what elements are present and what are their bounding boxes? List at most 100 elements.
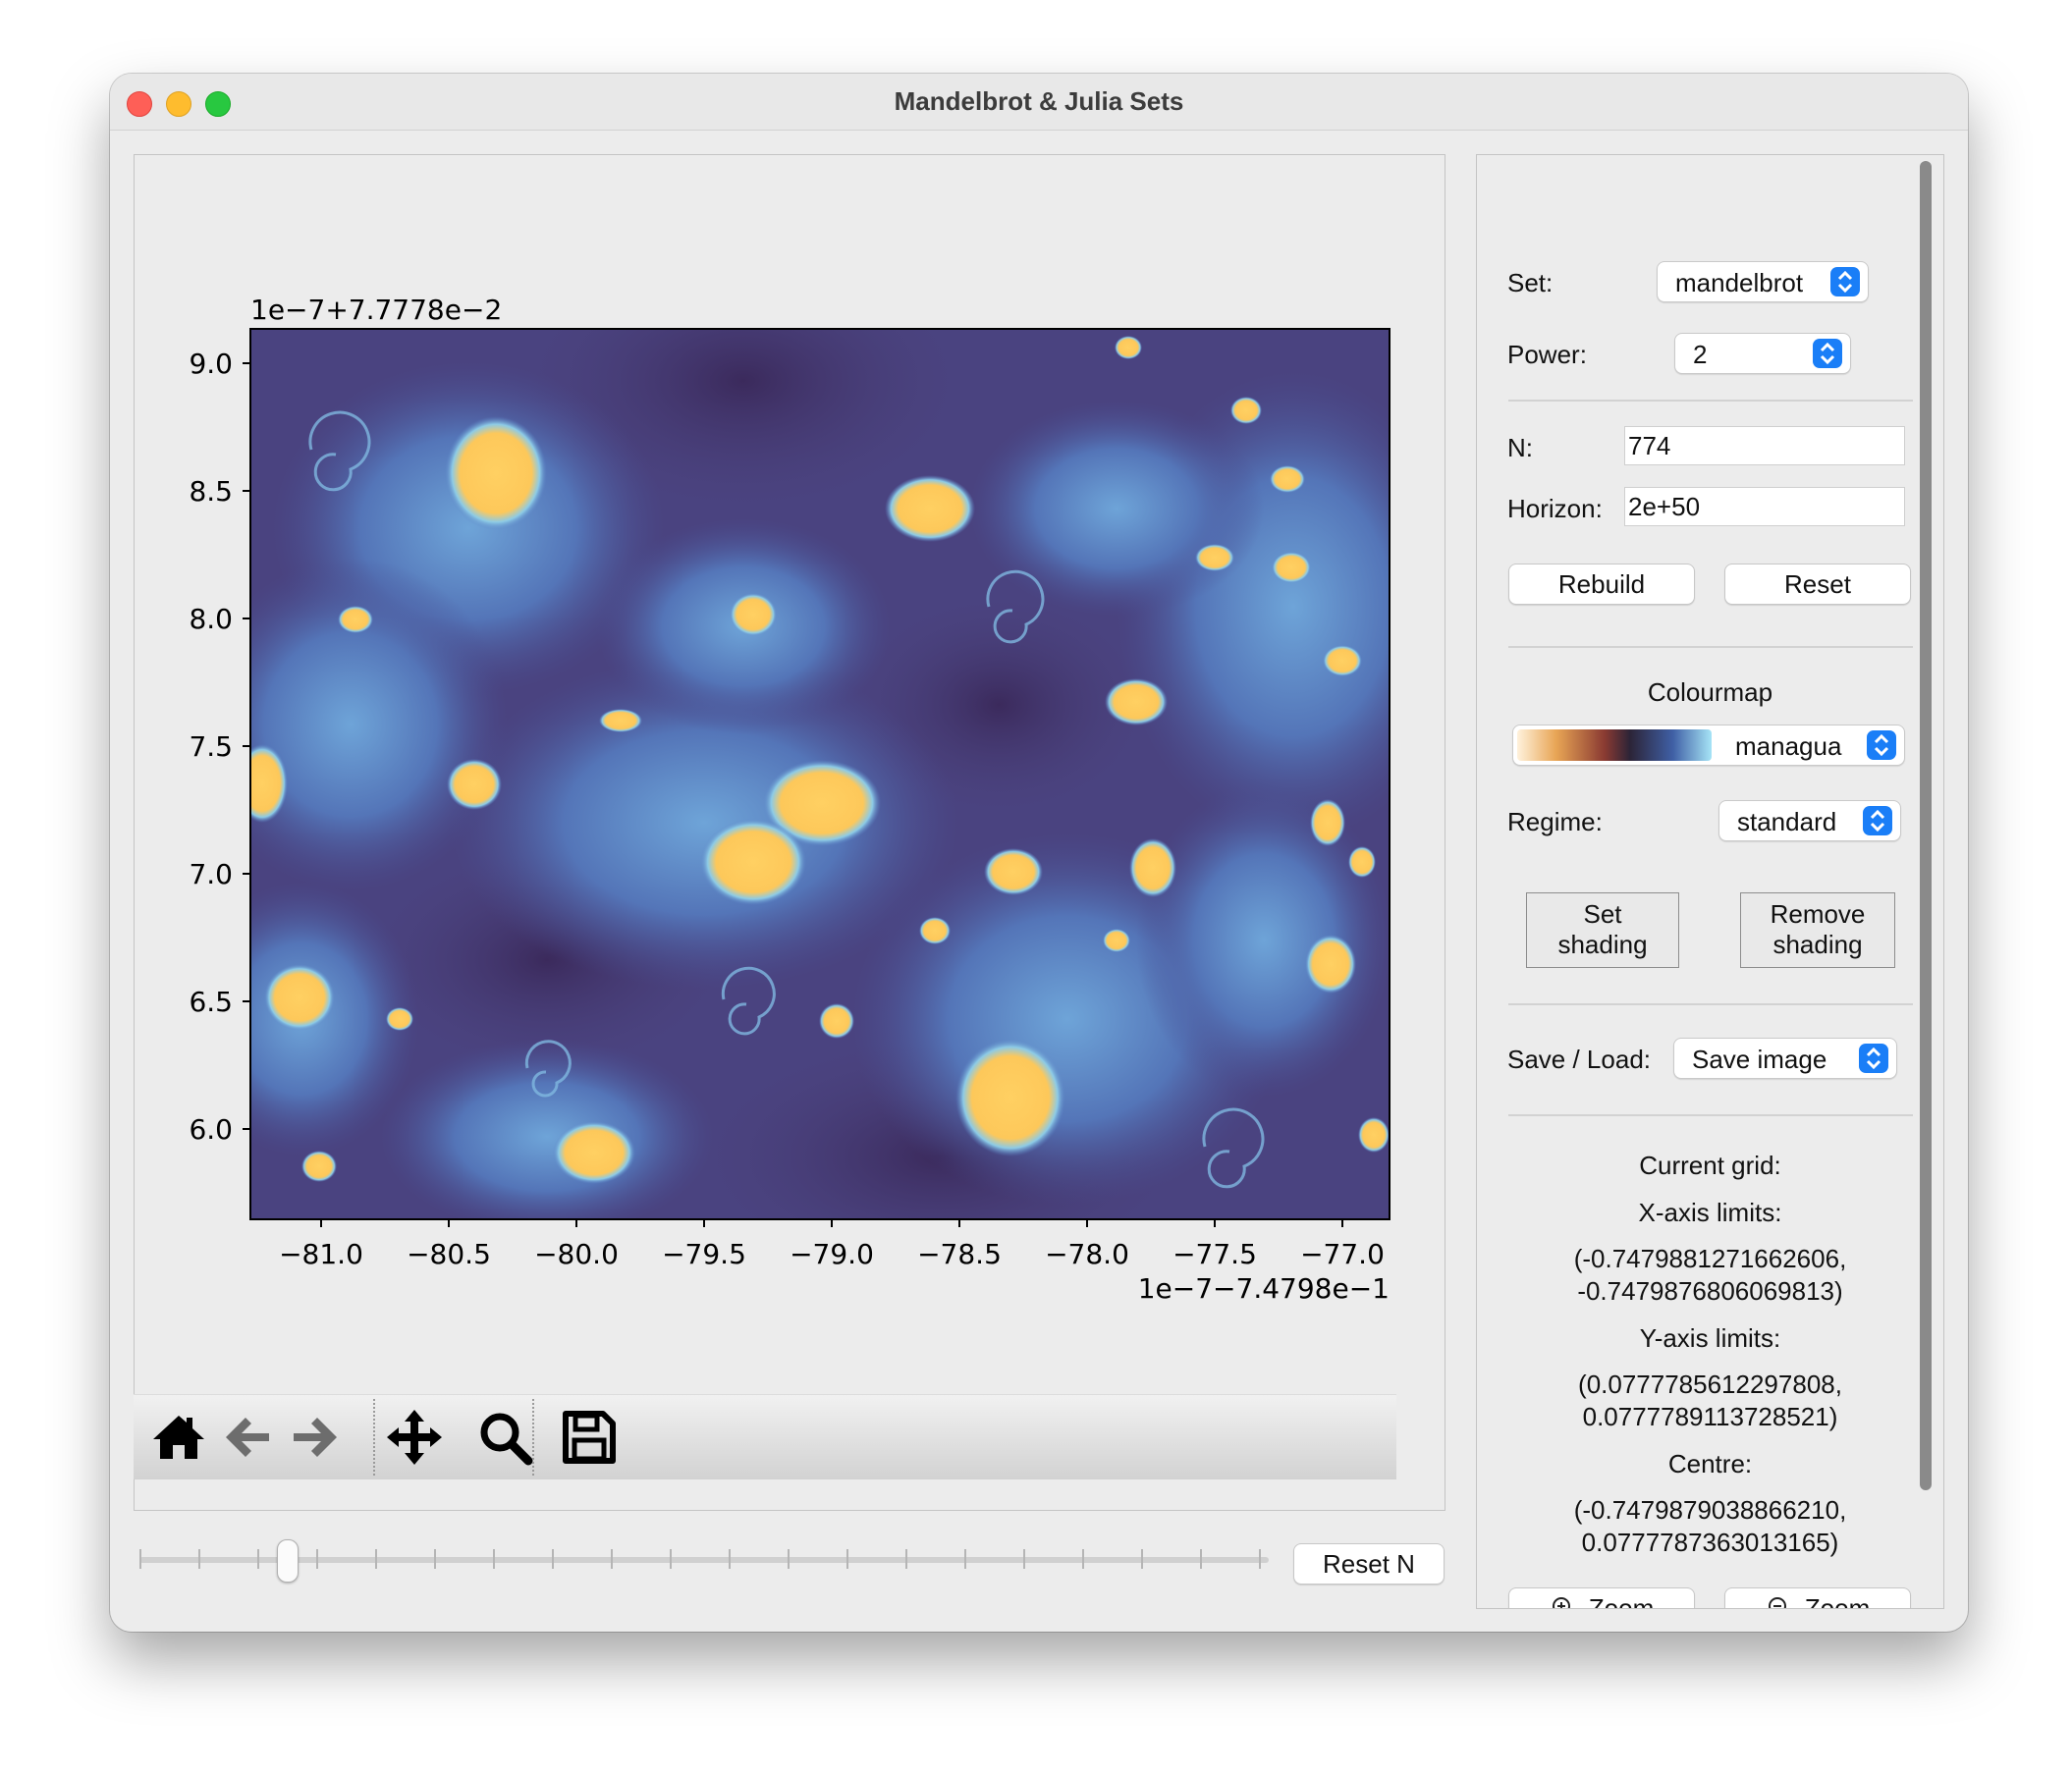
y-tick: 6.5 — [189, 986, 250, 1018]
home-icon[interactable] — [149, 1408, 208, 1467]
x-tick: −80.0 — [534, 1219, 619, 1270]
title-bar: Mandelbrot & Julia Sets — [110, 74, 1968, 131]
slider-tick — [1141, 1549, 1143, 1569]
back-arrow-icon[interactable] — [218, 1408, 277, 1467]
y-limits-line1: (0.0777785612297808, — [1578, 1370, 1842, 1399]
colourmap-swatch — [1517, 729, 1712, 761]
divider — [1508, 646, 1913, 648]
x-tick: −79.0 — [790, 1219, 874, 1270]
set-select[interactable]: mandelbrot — [1657, 261, 1869, 302]
centre-heading: Centre: — [1667, 1449, 1753, 1478]
y-axis: 9.0 8.5 8.0 7.5 7.0 6.5 6.0 — [189, 348, 250, 1146]
slider-tick — [670, 1549, 672, 1569]
remove-shading-button[interactable]: Remove shading — [1740, 892, 1895, 968]
current-grid-heading: Current grid: — [1639, 1151, 1781, 1180]
pan-icon[interactable] — [385, 1408, 444, 1467]
y-tick-label: 6.0 — [189, 1113, 233, 1146]
slider-handle[interactable] — [276, 1539, 299, 1583]
centre-line2: 0.0777787363013165) — [1581, 1528, 1839, 1557]
zoom-magnifier-icon[interactable] — [475, 1408, 534, 1467]
set-shading-button[interactable]: Set shading — [1526, 892, 1679, 968]
horizon-label: Horizon: — [1507, 494, 1603, 523]
y-tick-label: 7.5 — [189, 730, 233, 763]
y-limits-line2: 0.0777789113728521) — [1582, 1402, 1838, 1431]
power-label: Power: — [1507, 340, 1587, 369]
n-label: N: — [1507, 433, 1533, 462]
reset-n-button[interactable]: Reset N — [1293, 1543, 1445, 1585]
n-input[interactable]: 774 — [1624, 426, 1905, 465]
y-tick: 8.5 — [189, 475, 250, 508]
save-load-label: Save / Load: — [1507, 1045, 1651, 1074]
zoom-out-button[interactable]: Zoom — [1724, 1587, 1911, 1609]
y-offset-label: 1e−7+7.7778e−2 — [250, 294, 502, 326]
slider-tick — [788, 1549, 790, 1569]
x-tick: −78.0 — [1045, 1219, 1129, 1270]
slider-tick — [905, 1549, 907, 1569]
x-limits-line1: (-0.7479881271662606, — [1573, 1244, 1847, 1273]
power-select[interactable]: 2 — [1674, 333, 1851, 374]
colourmap-select-value: managua — [1735, 731, 1842, 761]
forward-arrow-icon[interactable] — [286, 1408, 345, 1467]
slider-tick — [434, 1549, 436, 1569]
zoom-in-label: Zoom — [1588, 1592, 1655, 1609]
updown-chevron-icon — [1859, 1044, 1888, 1073]
fractal-figure[interactable]: 9.0 8.5 8.0 7.5 7.0 6.5 6.0 −81.0 −80.5 … — [135, 155, 1445, 1431]
x-tick-label: −79.5 — [662, 1238, 746, 1270]
centre-line1: (-0.7479879038866210, — [1573, 1495, 1847, 1525]
y-tick-label: 8.5 — [189, 475, 233, 508]
x-tick-label: −78.0 — [1045, 1238, 1129, 1270]
y-tick: 9.0 — [189, 348, 250, 380]
colourmap-select[interactable]: managua — [1512, 725, 1905, 766]
plot-axes — [249, 328, 1390, 1220]
reset-button[interactable]: Reset — [1724, 564, 1911, 605]
x-limits-heading: X-axis limits: — [1638, 1198, 1782, 1227]
updown-chevron-icon — [1867, 730, 1896, 760]
slider-tick — [257, 1549, 259, 1569]
rebuild-button[interactable]: Rebuild — [1508, 564, 1695, 605]
divider — [1508, 400, 1913, 402]
y-tick: 6.0 — [189, 1113, 250, 1146]
zoom-out-label: Zoom — [1804, 1592, 1871, 1609]
save-load-select-value: Save image — [1692, 1045, 1827, 1074]
remove-shading-label-line1: Remove — [1770, 899, 1866, 929]
divider — [1508, 1003, 1913, 1005]
divider — [1508, 1114, 1913, 1116]
slider-tick — [1023, 1549, 1025, 1569]
panel-scrollbar[interactable] — [1920, 161, 1932, 1490]
set-shading-label-line2: shading — [1557, 930, 1648, 959]
save-load-select[interactable]: Save image — [1673, 1038, 1897, 1079]
x-tick: −77.0 — [1300, 1219, 1385, 1270]
zoom-in-icon — [1552, 1597, 1570, 1608]
horizon-input[interactable]: 2e+50 — [1624, 487, 1905, 526]
colourmap-heading: Colourmap — [1647, 677, 1773, 707]
x-tick-label: −78.5 — [917, 1238, 1002, 1270]
remove-shading-label-line2: shading — [1772, 930, 1863, 959]
set-select-value: mandelbrot — [1675, 268, 1804, 297]
slider-tick — [1082, 1549, 1084, 1569]
x-tick: −80.5 — [407, 1219, 491, 1270]
y-tick-label: 7.0 — [189, 858, 233, 890]
regime-select[interactable]: standard — [1718, 800, 1901, 841]
plot-frame: 9.0 8.5 8.0 7.5 7.0 6.5 6.0 −81.0 −80.5 … — [134, 154, 1445, 1511]
x-offset-label: 1e−7−7.4798e−1 — [1138, 1272, 1390, 1305]
x-tick-label: −77.5 — [1172, 1238, 1257, 1270]
x-tick-label: −80.5 — [407, 1238, 491, 1270]
y-tick-label: 8.0 — [189, 603, 233, 635]
x-tick: −81.0 — [279, 1219, 363, 1270]
updown-chevron-icon — [1830, 267, 1860, 296]
slider-tick — [964, 1549, 966, 1569]
slider-tick — [552, 1549, 554, 1569]
x-tick-label: −81.0 — [279, 1238, 363, 1270]
set-label: Set: — [1507, 268, 1554, 297]
slider-tick — [139, 1549, 141, 1569]
updown-chevron-icon — [1813, 339, 1842, 368]
slider-tick — [846, 1549, 848, 1569]
regime-label: Regime: — [1507, 807, 1603, 836]
slider-track[interactable] — [139, 1557, 1269, 1563]
zoom-in-button[interactable]: Zoom — [1508, 1587, 1695, 1609]
y-limits-heading: Y-axis limits: — [1639, 1323, 1781, 1353]
save-disk-icon[interactable] — [560, 1408, 619, 1467]
window-title: Mandelbrot & Julia Sets — [894, 86, 1184, 116]
control-panel: Set: mandelbrot Power: 2 N: 774 Horizon:… — [1476, 154, 1944, 1609]
y-tick-label: 6.5 — [189, 986, 233, 1018]
